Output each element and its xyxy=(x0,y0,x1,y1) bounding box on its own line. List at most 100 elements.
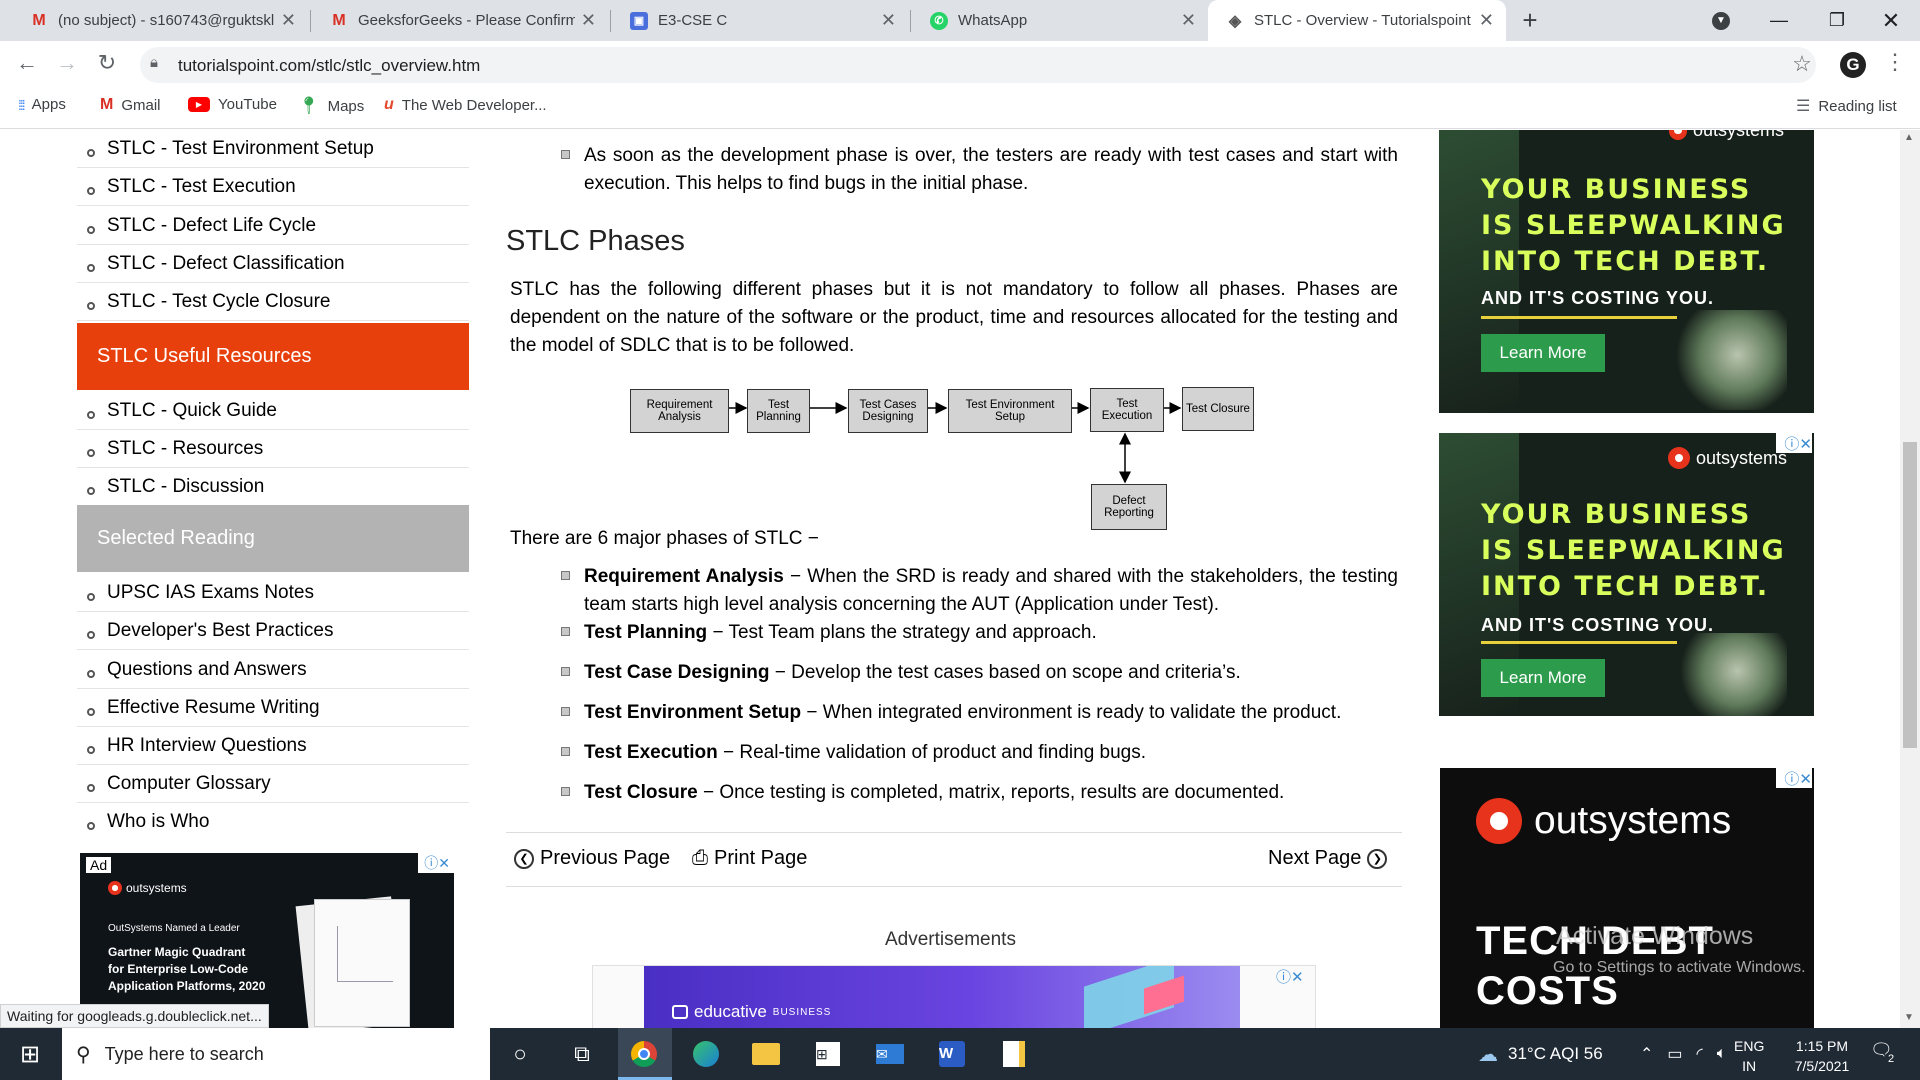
bookmark-youtube[interactable]: ▶ YouTube xyxy=(188,96,277,113)
edge-icon[interactable] xyxy=(688,1038,724,1070)
file-explorer-icon[interactable] xyxy=(748,1038,784,1070)
useful-resources-heading: STLC Useful Resources xyxy=(77,323,469,390)
close-icon[interactable]: ✕ xyxy=(1181,10,1196,31)
tab-gmail-inbox[interactable]: M (no subject) - s160743@rguktskl ✕ xyxy=(12,0,308,41)
right-ad-1[interactable]: outsystems YOUR BUSINESS IS SLEEPWALKING I… xyxy=(1439,130,1814,413)
weather-widget[interactable]: ☁ 31°C AQI 56 xyxy=(1478,1028,1603,1080)
cortana-icon[interactable]: ○ xyxy=(502,1038,538,1070)
outsystems-logo: outsystems xyxy=(1669,130,1784,141)
phases-paragraph: STLC has the following different phases … xyxy=(510,279,1398,356)
wifi-icon[interactable]: ◜ xyxy=(1697,1044,1703,1064)
next-page-link[interactable]: Next Page ❯ xyxy=(1268,847,1388,870)
lock-icon[interactable]: 🔒︎ xyxy=(150,54,158,71)
sidebar-link-best-practices[interactable]: Developer's Best Practices xyxy=(77,612,469,650)
volume-icon[interactable]: 🔈︎ xyxy=(1717,1045,1727,1063)
close-icon[interactable]: ✕ xyxy=(581,10,596,31)
ad-choices-close-icon[interactable]: ⓘ✕ xyxy=(418,853,454,873)
bullet-square xyxy=(561,627,570,636)
back-arrow-icon[interactable]: ← xyxy=(12,50,42,76)
sidebar-link-resources[interactable]: STLC - Resources xyxy=(77,430,469,468)
maps-pin-icon: 📍︎ xyxy=(298,96,320,115)
sidebar-link-upsc[interactable]: UPSC IAS Exams Notes xyxy=(77,574,469,612)
bookmark-web-developer[interactable]: u The Web Developer... xyxy=(384,96,547,114)
chevron-left-icon: ❮ xyxy=(514,848,534,869)
learn-more-button[interactable]: Learn More xyxy=(1481,659,1605,697)
scroll-up-arrow-icon[interactable]: ▲ xyxy=(1904,132,1914,143)
reading-list-button[interactable]: ☰ Reading list xyxy=(1796,96,1897,116)
tab-whatsapp[interactable]: ✆ WhatsApp ✕ xyxy=(912,0,1208,41)
word-icon[interactable]: W xyxy=(934,1038,970,1070)
educative-ad[interactable]: educative BUSINESS xyxy=(644,966,1240,1028)
notification-count-badge: 2 xyxy=(1884,1052,1898,1066)
windows-start-icon[interactable]: ⊞ xyxy=(10,1038,50,1070)
close-icon[interactable]: ✕ xyxy=(1479,10,1494,31)
close-icon[interactable]: ✕ xyxy=(281,10,296,31)
ad-choices-close-icon[interactable]: ⓘ✕ xyxy=(1276,966,1312,986)
sidebar-ad[interactable]: Ad outsystems OutSystems Named a Leader … xyxy=(80,853,454,1028)
grammarly-extension-icon[interactable]: G xyxy=(1840,52,1866,78)
sidebar-link-env-setup[interactable]: STLC - Test Environment Setup xyxy=(77,130,469,168)
sidebar-link-resume[interactable]: Effective Resume Writing xyxy=(77,689,469,727)
reload-icon[interactable]: ↻ xyxy=(92,50,122,76)
print-page-link[interactable]: ⎙ Print Page xyxy=(692,847,807,870)
printer-icon: ⎙ xyxy=(692,847,708,869)
bullet-square xyxy=(561,667,570,676)
cloud-icon: ☁ xyxy=(1478,1043,1498,1066)
tab-search-icon[interactable]: ▼ xyxy=(1692,0,1750,41)
close-icon[interactable]: ✕ xyxy=(881,10,896,31)
sidebar-link-hr-interview[interactable]: HR Interview Questions xyxy=(77,727,469,765)
restore-button[interactable]: ❐ xyxy=(1808,0,1866,41)
whatsapp-icon: ✆ xyxy=(930,11,948,30)
bookmark-gmail[interactable]: M Gmail xyxy=(100,96,161,114)
sidebar-link-defect-life-cycle[interactable]: STLC - Defect Life Cycle xyxy=(77,207,469,245)
right-ad-2[interactable]: outsystems YOUR BUSINESS IS SLEEPWALKING I… xyxy=(1439,433,1814,716)
bookmark-maps[interactable]: 📍︎ Maps xyxy=(298,96,364,116)
outsystems-logo: outsystems xyxy=(1476,798,1731,844)
minimize-button[interactable]: — xyxy=(1750,0,1808,41)
tab-tutorialspoint[interactable]: ◈ STLC - Overview - Tutorialspoint ✕ xyxy=(1208,0,1506,41)
sidebar-link-who-is-who[interactable]: Who is Who xyxy=(77,803,469,841)
bullet-square xyxy=(561,787,570,796)
menu-kebab-icon[interactable]: ⋮ xyxy=(1880,49,1910,75)
ad-label: Ad xyxy=(86,857,112,873)
new-tab-button[interactable]: + xyxy=(1506,0,1554,41)
phase-item: Test Execution − Real-time validation of… xyxy=(584,742,1147,763)
chevron-up-icon[interactable]: ⌃ xyxy=(1640,1044,1653,1064)
scrollbar-thumb[interactable] xyxy=(1903,442,1917,748)
ad-choices-close-icon[interactable]: ⓘ✕ xyxy=(1776,768,1812,788)
phase-item: Test Environment Setup − When integrated… xyxy=(584,702,1342,723)
window-close-button[interactable]: ✕ xyxy=(1862,0,1920,41)
ad-choices-close-icon[interactable]: ⓘ✕ xyxy=(1776,433,1812,453)
learn-more-button[interactable]: Learn More xyxy=(1481,334,1605,372)
sidebar-link-discussion[interactable]: STLC - Discussion xyxy=(77,468,469,506)
tab-classroom[interactable]: ▣ E3-CSE C ✕ xyxy=(612,0,908,41)
document-app-icon[interactable] xyxy=(996,1038,1032,1070)
previous-page-link[interactable]: ❮ Previous Page xyxy=(514,847,670,870)
task-view-icon[interactable]: ⧉ xyxy=(564,1038,600,1070)
store-icon[interactable]: ⊞ xyxy=(810,1038,846,1070)
sidebar-link-quick-guide[interactable]: STLC - Quick Guide xyxy=(77,392,469,430)
tab-gmail-geeks[interactable]: M GeeksforGeeks - Please Confirm ✕ xyxy=(312,0,608,41)
notification-center-icon[interactable]: 🗨︎ 2 xyxy=(1870,1040,1900,1070)
taskbar-search-box[interactable]: ⚲ Type here to search xyxy=(62,1028,490,1080)
box-requirement-analysis: Requirement Analysis xyxy=(630,389,729,433)
sidebar-link-qa[interactable]: Questions and Answers xyxy=(77,651,469,689)
sidebar-link-test-cycle-closure[interactable]: STLC - Test Cycle Closure xyxy=(77,283,469,321)
forward-arrow-icon[interactable]: → xyxy=(52,50,82,76)
ad-line-2: Gartner Magic Quadrant xyxy=(108,945,246,959)
right-ad-3[interactable]: outsystems TECH DEBT COSTS xyxy=(1440,768,1814,1028)
sidebar-link-test-execution[interactable]: STLC - Test Execution xyxy=(77,168,469,206)
sidebar-link-glossary[interactable]: Computer Glossary xyxy=(77,765,469,803)
chrome-icon[interactable] xyxy=(626,1038,662,1070)
language-indicator[interactable]: ENG IN xyxy=(1734,1036,1764,1076)
bookmark-apps[interactable]: ⁞⁞⁞ Apps xyxy=(18,96,66,113)
intro-bullet-text: As soon as the development phase is over… xyxy=(584,145,1398,194)
box-defect-reporting: Defect Reporting xyxy=(1091,484,1167,530)
bookmark-star-icon[interactable]: ☆ xyxy=(1787,51,1817,77)
battery-icon[interactable]: ▭ xyxy=(1667,1044,1682,1064)
scroll-down-arrow-icon[interactable]: ▼ xyxy=(1904,1012,1914,1023)
url-text[interactable]: tutorialspoint.com/stlc/stlc_overview.ht… xyxy=(178,56,480,76)
clock[interactable]: 1:15 PM 7/5/2021 xyxy=(1780,1036,1864,1076)
mail-icon[interactable]: ✉ xyxy=(872,1038,908,1070)
sidebar-link-defect-classification[interactable]: STLC - Defect Classification xyxy=(77,245,469,283)
